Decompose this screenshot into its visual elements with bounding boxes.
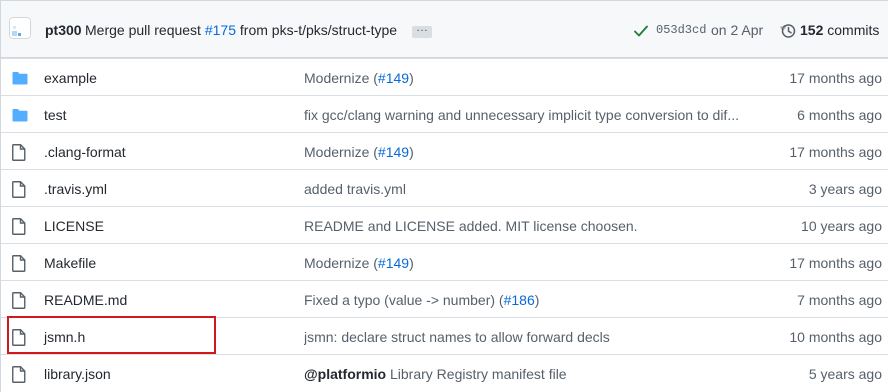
- commit-message-text[interactable]: Fixed a typo (value -> number) (: [304, 292, 504, 308]
- file-name-link[interactable]: jsmn.h: [44, 329, 85, 345]
- author-avatar[interactable]: [9, 17, 31, 39]
- commit-message-text[interactable]: ): [409, 255, 414, 271]
- file-row[interactable]: jsmn.h jsmn: declare struct names to allo…: [1, 317, 888, 354]
- expand-commit-message-button[interactable]: …: [412, 20, 432, 38]
- history-icon[interactable]: [780, 23, 796, 39]
- file-commit-age: 7 months ago: [797, 292, 882, 308]
- commit-message-text[interactable]: Library Registry manifest file: [386, 366, 567, 382]
- file-commit-age: 17 months ago: [789, 144, 882, 160]
- file-commit-age: 17 months ago: [789, 255, 882, 271]
- file-icon: [12, 366, 26, 388]
- commit-sha-link[interactable]: 053d3cd: [656, 23, 706, 37]
- file-icon: [12, 144, 26, 166]
- file-commit-message[interactable]: added travis.yml: [304, 181, 406, 197]
- latest-commit-bar: pt300 Merge pull request #175 from pks-t…: [1, 1, 888, 58]
- file-commit-message[interactable]: Modernize (#149): [304, 255, 414, 271]
- file-commit-message[interactable]: Modernize (#149): [304, 70, 414, 86]
- file-commit-message[interactable]: fix gcc/clang warning and unnecessary im…: [304, 107, 739, 123]
- file-row[interactable]: example Modernize (#149) 17 months ago: [1, 58, 888, 95]
- file-name-link[interactable]: .travis.yml: [44, 181, 107, 197]
- commit-date: on 2 Apr: [711, 22, 764, 38]
- file-commit-message[interactable]: Modernize (#149): [304, 144, 414, 160]
- file-commit-age: 6 months ago: [797, 107, 882, 123]
- file-name-link[interactable]: example: [44, 70, 97, 86]
- ellipsis-icon: …: [416, 20, 429, 34]
- commit-message-text[interactable]: Modernize (: [304, 144, 378, 160]
- file-commit-message[interactable]: jsmn: declare struct names to allow forw…: [304, 329, 610, 345]
- file-row[interactable]: test fix gcc/clang warning and unnecessar…: [1, 95, 888, 132]
- file-commit-message[interactable]: Fixed a typo (value -> number) (#186): [304, 292, 539, 308]
- file-icon: [12, 218, 26, 240]
- file-commit-message[interactable]: README and LICENSE added. MIT license ch…: [304, 218, 638, 234]
- file-name-link[interactable]: Makefile: [44, 255, 96, 271]
- file-commit-age: 5 years ago: [808, 366, 882, 382]
- file-name-link[interactable]: LICENSE: [44, 218, 104, 234]
- commit-message-text[interactable]: ): [535, 292, 540, 308]
- commit-message-text[interactable]: fix gcc/clang warning and unnecessary im…: [304, 107, 739, 123]
- commit-message-text[interactable]: jsmn: declare struct names to allow forw…: [304, 329, 610, 345]
- pr-link[interactable]: #149: [378, 70, 409, 86]
- file-row[interactable]: library.json @platformio Library Registry…: [1, 354, 888, 391]
- commits-count-label[interactable]: commits: [823, 22, 879, 38]
- commit-message-text[interactable]: added travis.yml: [304, 181, 406, 197]
- pr-link[interactable]: #186: [504, 292, 535, 308]
- folder-icon: [12, 71, 28, 90]
- file-icon: [12, 292, 26, 314]
- file-name-link[interactable]: .clang-format: [44, 144, 126, 160]
- check-icon[interactable]: [634, 25, 648, 37]
- user-mention-link[interactable]: @platformio: [304, 366, 386, 382]
- file-commit-age: 3 years ago: [808, 181, 882, 197]
- commits-count-number[interactable]: 152: [800, 22, 823, 38]
- file-row[interactable]: LICENSE README and LICENSE added. MIT lic…: [1, 206, 888, 243]
- file-commit-message[interactable]: @platformio Library Registry manifest fi…: [304, 366, 567, 382]
- commit-message-text[interactable]: Modernize (: [304, 70, 378, 86]
- commits-count-link[interactable]: 152 commits: [800, 22, 879, 38]
- file-commit-age: 10 months ago: [789, 329, 882, 345]
- file-name-link[interactable]: library.json: [44, 366, 111, 382]
- commit-message-text[interactable]: Modernize (: [304, 255, 378, 271]
- commit-message-text[interactable]: ): [409, 144, 414, 160]
- file-name-link[interactable]: README.md: [44, 292, 127, 308]
- file-name-link[interactable]: test: [44, 107, 67, 123]
- file-icon: [12, 255, 26, 277]
- commit-message-text[interactable]: README and LICENSE added. MIT license ch…: [304, 218, 638, 234]
- file-icon: [12, 181, 26, 203]
- file-icon: [12, 329, 26, 351]
- commit-message[interactable]: Merge pull request #175 from pks-t/pks/s…: [85, 22, 397, 38]
- commit-author[interactable]: pt300: [45, 22, 82, 38]
- file-row[interactable]: README.md Fixed a typo (value -> number) …: [1, 280, 888, 317]
- commit-message-text[interactable]: ): [409, 70, 414, 86]
- folder-icon: [12, 108, 28, 127]
- pr-link[interactable]: #149: [378, 255, 409, 271]
- file-row[interactable]: Makefile Modernize (#149) 17 months ago: [1, 243, 888, 280]
- repo-file-browser: pt300 Merge pull request #175 from pks-t…: [0, 0, 888, 392]
- commit-message-prefix[interactable]: Merge pull request: [85, 22, 205, 38]
- file-commit-age: 10 years ago: [801, 218, 882, 234]
- commit-pr-link[interactable]: #175: [205, 22, 236, 38]
- file-row[interactable]: .travis.yml added travis.yml 3 years ago: [1, 169, 888, 206]
- file-commit-age: 17 months ago: [789, 70, 882, 86]
- commit-message-suffix[interactable]: from pks-t/pks/struct-type: [236, 22, 397, 38]
- file-row[interactable]: .clang-format Modernize (#149) 17 months a…: [1, 132, 888, 169]
- pr-link[interactable]: #149: [378, 144, 409, 160]
